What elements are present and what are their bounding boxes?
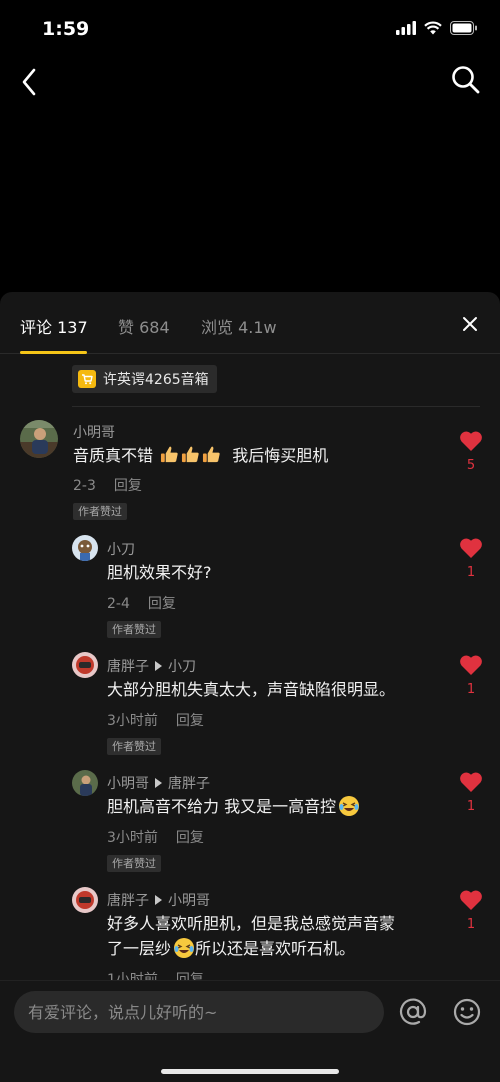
status-time: 1:59 (42, 18, 90, 40)
like-button[interactable]: 1 (458, 537, 484, 580)
like-count: 1 (466, 917, 476, 932)
product-chip-label: 许英谔4265音箱 (103, 372, 209, 388)
laughing-face-icon (339, 796, 360, 816)
thumbs-up-icon (203, 446, 220, 463)
comment-text: 音质真不错 我后悔买胆机 (73, 446, 329, 465)
search-icon (452, 66, 480, 94)
like-count: 5 (466, 458, 476, 473)
cart-icon (78, 370, 96, 388)
comment-text: 胆机高音不给力 我又是一高音控 (107, 794, 360, 819)
comment-input-bar (0, 980, 500, 1082)
author-liked-badge: 作者赞过 (73, 503, 127, 520)
tab-likes[interactable]: 赞 684 (118, 314, 170, 338)
comment-time: 3小时前 (107, 713, 158, 729)
comment-input[interactable] (28, 991, 368, 1033)
like-count: 1 (466, 799, 476, 814)
heart-icon (460, 655, 482, 675)
comment-author[interactable]: 唐胖子 小刀 (107, 656, 196, 676)
comment-meta: 2-3 回复 (73, 475, 142, 495)
reply-button[interactable]: 回复 (176, 713, 204, 729)
comment-time: 3小时前 (107, 830, 158, 846)
emoji-button[interactable] (452, 997, 482, 1027)
battery-icon (450, 21, 477, 35)
tab-views[interactable]: 浏览 4.1w (201, 314, 277, 338)
close-icon (463, 317, 477, 331)
comment-text: 大部分胆机失真太大，声音缺陷很明显。 (107, 680, 396, 699)
at-icon (399, 998, 427, 1025)
comment-input-box[interactable] (14, 991, 384, 1033)
close-button[interactable] (460, 314, 480, 334)
thumbs-up-icon (161, 446, 178, 463)
avatar[interactable] (72, 770, 98, 796)
comment-text: 好多人喜欢听胆机，但是我总感觉声音蒙 了一层纱 所以还是喜欢听石机。 (107, 914, 396, 958)
top-nav (0, 60, 500, 100)
signal-icon (396, 21, 416, 35)
reply-button[interactable]: 回复 (176, 830, 204, 846)
like-count: 1 (466, 682, 476, 697)
comment-time: 2-3 (73, 478, 96, 494)
divider (72, 406, 480, 407)
reply-arrow-icon (155, 661, 162, 671)
mention-button[interactable] (398, 997, 428, 1027)
comment-sheet: 评论 137 赞 684 浏览 4.1w 许英谔4265音箱 小明哥 音质真不错… (0, 292, 500, 1082)
like-button[interactable]: 1 (458, 654, 484, 697)
thumbs-up-icon (182, 446, 199, 463)
comment-meta: 2-4 回复 (107, 593, 176, 613)
wifi-icon (424, 21, 442, 35)
tab-underline (20, 351, 87, 354)
comment-author[interactable]: 小刀 (107, 539, 135, 559)
comment-author[interactable]: 唐胖子 小明哥 (107, 890, 210, 910)
heart-icon (460, 538, 482, 558)
comment-author[interactable]: 小明哥 (73, 422, 115, 442)
reply-arrow-icon (155, 895, 162, 905)
reply-button[interactable]: 回复 (148, 596, 176, 612)
search-button[interactable] (450, 64, 482, 96)
comment-meta: 3小时前 回复 (107, 827, 204, 847)
laughing-face-icon (174, 938, 195, 958)
status-icons (396, 21, 478, 35)
avatar[interactable] (72, 652, 98, 678)
home-indicator (161, 1069, 339, 1074)
heart-icon (460, 890, 482, 910)
avatar[interactable] (72, 535, 98, 561)
like-count: 1 (466, 565, 476, 580)
avatar[interactable] (20, 420, 58, 458)
tab-comments[interactable]: 评论 137 (20, 314, 88, 338)
heart-icon (460, 772, 482, 792)
comment-text: 胆机效果不好? (107, 563, 212, 582)
author-liked-badge: 作者赞过 (107, 855, 161, 872)
comment-author[interactable]: 小明哥 唐胖子 (107, 773, 210, 793)
reply-button[interactable]: 回复 (114, 478, 142, 494)
comment-tabs: 评论 137 赞 684 浏览 4.1w (0, 292, 500, 354)
back-button[interactable] (16, 64, 44, 96)
comment-meta: 3小时前 回复 (107, 710, 204, 730)
emoji-icon (453, 998, 481, 1026)
author-liked-badge: 作者赞过 (107, 738, 161, 755)
product-chip[interactable]: 许英谔4265音箱 (72, 365, 217, 393)
like-button[interactable]: 5 (458, 430, 484, 473)
like-button[interactable]: 1 (458, 771, 484, 814)
back-icon (22, 68, 36, 96)
status-bar: 1:59 (0, 0, 500, 60)
avatar[interactable] (72, 887, 98, 913)
like-button[interactable]: 1 (458, 889, 484, 932)
heart-icon (460, 431, 482, 451)
author-liked-badge: 作者赞过 (107, 621, 161, 638)
reply-arrow-icon (155, 778, 162, 788)
comment-time: 2-4 (107, 596, 130, 612)
